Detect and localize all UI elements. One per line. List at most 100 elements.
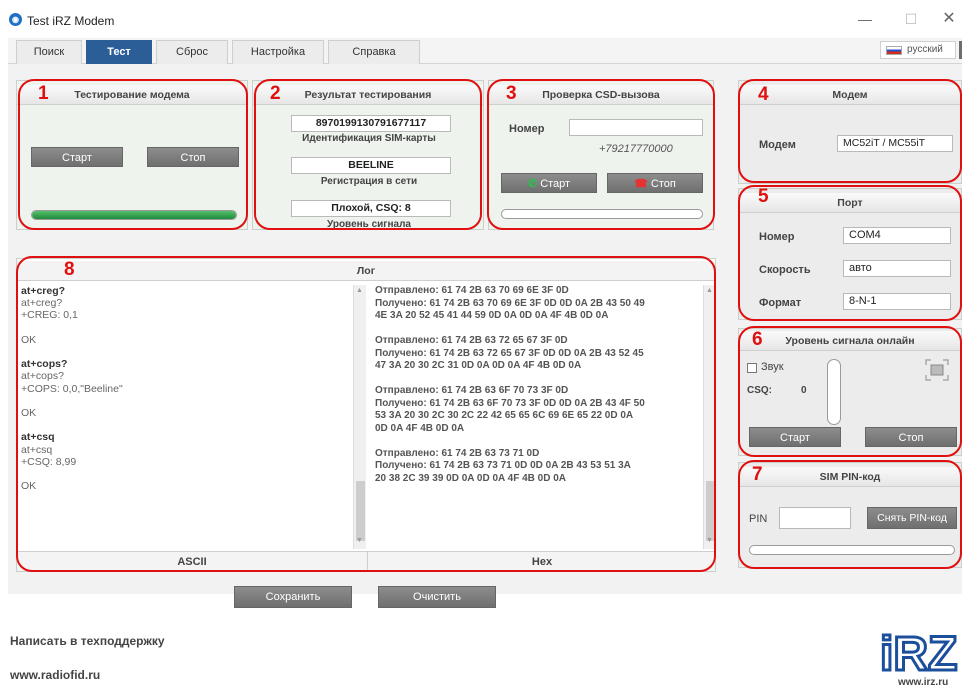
port-speed-value[interactable]: авто [843, 260, 951, 277]
tab-search[interactable]: Поиск [16, 40, 82, 64]
sound-label: Звук [761, 361, 784, 373]
signal-start-button[interactable]: Старт [749, 427, 841, 447]
phone-green-icon: ✆ [527, 178, 538, 190]
tab-reset[interactable]: Сброс [156, 40, 228, 64]
port-number-label: Номер [759, 231, 795, 243]
ascii-log-line: at+csq [21, 431, 55, 444]
csd-progress [501, 209, 703, 219]
csq-value: 0 [801, 385, 807, 396]
csd-panel: Проверка CSD-вызова Номер +79217770000 ✆… [488, 80, 714, 230]
annotation-number-5: 5 [758, 186, 769, 207]
port-format-label: Формат [759, 297, 802, 309]
port-number-value[interactable]: COM4 [843, 227, 951, 244]
log-panel: Лог at+creg? at+creg? +CREG: 0,1 OK at+cop… [16, 258, 716, 572]
hex-label: Hex [531, 556, 553, 568]
csd-number-hint: +79217770000 [599, 143, 673, 155]
annotation-number-3: 3 [506, 83, 517, 104]
modem-panel: Модем Модем MC52iT / MC55iT [738, 80, 962, 184]
csd-stop-label: Стоп [650, 178, 676, 190]
modem-test-stop-button[interactable]: Стоп [147, 147, 239, 167]
modem-value: MC52iT / MC55iT [837, 135, 953, 152]
ascii-log-line: OK [21, 480, 37, 493]
annotation-number-4: 4 [758, 84, 769, 105]
hex-log-line [375, 373, 701, 386]
tab-test[interactable]: Тест [86, 40, 152, 64]
hex-log-line: Получено: 61 74 2B 63 6F 70 73 3F 0D 0D … [375, 397, 645, 409]
logo-url: www.irz.ru [897, 677, 948, 686]
modem-test-panel: Тестирование модема Старт Стоп [16, 80, 248, 230]
sim-pin-progress [749, 545, 955, 555]
modem-test-progress-fill [32, 211, 236, 219]
scroll-up-icon[interactable]: ▲ [706, 287, 713, 294]
footer [0, 614, 962, 686]
save-button[interactable]: Сохранить [234, 586, 352, 608]
pin-input[interactable] [779, 507, 851, 529]
ascii-scrollbar[interactable]: ▲ ▼ [353, 285, 366, 549]
hex-scrollbar[interactable]: ▲ ▼ [703, 285, 716, 549]
hex-log-line: Отправлено: 61 74 2B 63 6F 70 73 3F 0D [375, 385, 569, 396]
test-result-panel: Результат тестирования 89701991307916771… [252, 80, 484, 230]
ascii-scroll-thumb[interactable] [356, 481, 365, 541]
csq-label: CSQ: [747, 385, 772, 396]
tab-help[interactable]: Справка [328, 40, 420, 64]
maximize-button[interactable]: ☐ [896, 8, 926, 30]
port-speed-label: Скорость [759, 264, 811, 276]
signal-level-bar [827, 359, 841, 425]
modem-test-start-button[interactable]: Старт [31, 147, 123, 167]
hex-log-line: 0D 0A 4F 4B 0D 0A [375, 422, 465, 434]
language-label: русский [907, 44, 943, 55]
ascii-log-line: +CSQ: 8,99 [21, 455, 77, 468]
support-link[interactable]: Написать в техподдержку [10, 634, 165, 648]
port-format-value[interactable]: 8-N-1 [843, 293, 951, 310]
csd-number-input[interactable] [569, 119, 703, 136]
ascii-log-line: at+cops? [21, 370, 64, 383]
sound-checkbox[interactable] [747, 363, 757, 373]
logo-text: iRZ [880, 628, 957, 681]
signal-label: Уровень сигнала [327, 219, 411, 230]
language-select[interactable]: русский [880, 41, 956, 59]
sim-pin-panel: SIM PIN-код PIN Снять PIN-код [738, 462, 962, 568]
log-ascii-area[interactable]: at+creg? at+creg? +CREG: 0,1 OK at+cops? at… [21, 285, 351, 549]
log-footer: ASCII Hex [17, 551, 715, 572]
ascii-log-line: at+csq [21, 443, 53, 456]
test-result-title: Результат тестирования [253, 85, 483, 105]
signal-online-panel: Уровень сигнала онлайн Звук CSQ: 0 Старт… [738, 328, 962, 456]
hex-scroll-thumb[interactable] [706, 481, 715, 541]
ascii-log-line: OK [21, 407, 37, 420]
fullscreen-icon[interactable] [925, 359, 949, 381]
hex-log-line: Отправлено: 61 74 2B 63 72 65 67 3F 0D [375, 335, 568, 346]
minimize-button[interactable]: — [850, 8, 880, 30]
ascii-log-line: at+cops? [21, 358, 68, 371]
hex-log-line: Отправлено: 61 74 2B 63 70 69 6E 3F 0D [375, 285, 569, 296]
scroll-up-icon[interactable]: ▲ [356, 287, 363, 294]
tab-settings[interactable]: Настройка [232, 40, 324, 64]
log-hex-area[interactable]: Отправлено: 61 74 2B 63 70 69 6E 3F 0D По… [375, 285, 701, 549]
csd-title: Проверка CSD-вызова [489, 85, 713, 105]
sim-pin-title: SIM PIN-код [739, 467, 961, 487]
signal-stop-button[interactable]: Стоп [865, 427, 957, 447]
modem-test-progress [31, 210, 237, 220]
port-panel: Порт Номер COM4 Скорость авто Формат 8-N… [738, 188, 962, 320]
ascii-log-line: +COPS: 0,0,"Beeline" [21, 382, 123, 395]
csd-stop-button[interactable]: ☎ Стоп [607, 173, 703, 193]
hex-log-line: Отправлено: 61 74 2B 63 73 71 0D [375, 447, 540, 459]
hex-log-line: Получено: 61 74 2B 63 72 65 67 3F 0D 0D … [375, 347, 644, 359]
clear-button[interactable]: Очистить [378, 586, 496, 608]
csd-start-button[interactable]: ✆ Старт [501, 173, 597, 193]
ascii-log-line: +CREG: 0,1 [21, 309, 78, 322]
close-button[interactable]: ✕ [934, 8, 962, 30]
scroll-down-icon[interactable]: ▼ [356, 537, 363, 544]
title-bar: ◉ Test iRZ Modem — ☐ ✕ [0, 0, 962, 38]
hex-log-line: 4E 3A 20 52 45 41 44 59 0D 0A 0D 0A 4F 4… [375, 310, 609, 321]
irz-logo: iRZ www.irz.ru [879, 626, 962, 686]
hex-log-line: Получено: 61 74 2B 63 73 71 0D 0D 0A 2B … [375, 460, 631, 471]
window-title: Test iRZ Modem [27, 14, 115, 28]
modem-label: Модем [759, 139, 796, 151]
iccid-label: Идентификация SIM-карты [302, 133, 436, 144]
modem-test-title: Тестирование модема [17, 85, 247, 105]
ascii-label: ASCII [177, 556, 207, 568]
site-link[interactable]: www.radiofid.ru [10, 668, 100, 682]
scroll-down-icon[interactable]: ▼ [706, 537, 713, 544]
remove-pin-button[interactable]: Снять PIN-код [867, 507, 957, 529]
hex-log-line: 47 3A 20 30 2C 31 0D 0A 0D 0A 4F 4B 0D 0… [375, 360, 582, 371]
